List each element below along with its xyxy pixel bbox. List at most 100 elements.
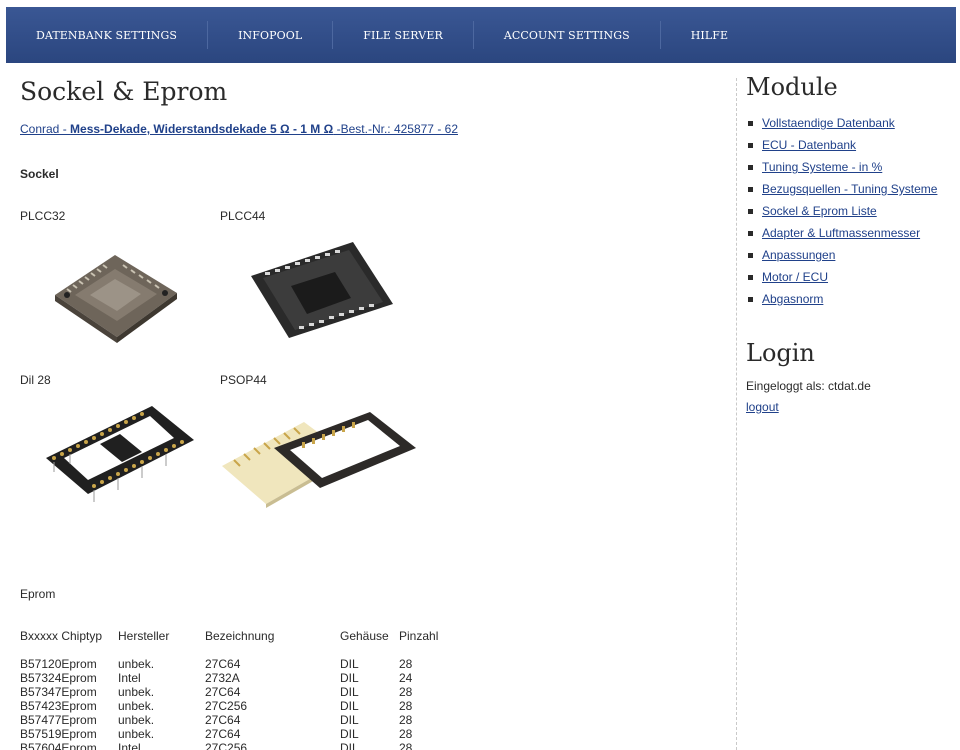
module-list: Vollstaendige Datenbank ECU - Datenbank …	[746, 112, 956, 310]
cell-bezeichnung: 27C64	[205, 727, 241, 741]
table-row: B57324Eprom Intel 2732A DIL 24	[20, 671, 449, 685]
list-item: Anpassungen	[746, 244, 956, 266]
plcc44-label: PLCC44	[220, 209, 266, 223]
cell-hersteller: unbek.	[118, 699, 155, 713]
cell-gehaeuse: DIL	[340, 727, 359, 741]
header-pinzahl: Pinzahl	[399, 629, 439, 643]
nav-hilfe[interactable]: HILFE	[661, 21, 758, 49]
nav-infopool[interactable]: INFOPOOL	[208, 21, 334, 49]
cell-chiptyp: B57604Eprom	[20, 741, 97, 750]
bullet-icon	[748, 186, 753, 192]
sidebar-divider	[736, 78, 737, 750]
list-item: Abgasnorm	[746, 288, 956, 310]
cell-hersteller: Intel	[118, 741, 141, 750]
table-row: B57423Eprom unbek. 27C256 DIL 28	[20, 699, 449, 713]
cell-hersteller: unbek.	[118, 727, 155, 741]
link-bezugsquellen[interactable]: Bezugsquellen - Tuning Systeme	[762, 182, 937, 196]
bullet-icon	[748, 142, 753, 148]
cell-hersteller: unbek.	[118, 657, 155, 671]
cell-gehaeuse: DIL	[340, 671, 359, 685]
nav-file-server[interactable]: FILE SERVER	[333, 21, 474, 49]
bullet-icon	[748, 274, 753, 280]
table-row: B57120Eprom unbek. 27C64 DIL 28	[20, 657, 449, 671]
header-chiptyp: Bxxxxx Chiptyp	[20, 629, 103, 643]
cell-chiptyp: B57120Eprom	[20, 657, 97, 671]
bullet-icon	[748, 296, 753, 302]
plcc44-image	[243, 238, 398, 343]
sidebar: Module Vollstaendige Datenbank ECU - Dat…	[746, 72, 956, 414]
plcc32-label: PLCC32	[20, 209, 66, 223]
eprom-heading: Eprom	[20, 587, 56, 601]
psop44-label: PSOP44	[220, 373, 267, 387]
bullet-icon	[748, 252, 753, 258]
list-item: Adapter & Luftmassenmesser	[746, 222, 956, 244]
cell-hersteller: unbek.	[118, 685, 155, 699]
cell-bezeichnung: 27C64	[205, 657, 241, 671]
cell-gehaeuse: DIL	[340, 685, 359, 699]
dil28-label: Dil 28	[20, 373, 51, 387]
cell-chiptyp: B57347Eprom	[20, 685, 97, 699]
conrad-order-number: -Best.-Nr.: 425877 - 62	[333, 122, 458, 136]
plcc32-image	[45, 245, 185, 345]
link-motor-ecu[interactable]: Motor / ECU	[762, 270, 828, 284]
link-adapter-luftmassenmesser[interactable]: Adapter & Luftmassenmesser	[762, 226, 920, 240]
conrad-product: Mess-Dekade, Widerstandsdekade 5 Ω - 1 M…	[70, 122, 334, 136]
cell-pinzahl: 28	[399, 699, 413, 713]
psop44-image	[220, 404, 420, 510]
login-heading: Login	[746, 339, 815, 367]
conrad-prefix: Conrad -	[20, 122, 71, 136]
logged-in-status: Eingeloggt als: ctdat.de	[746, 379, 871, 393]
list-item: Motor / ECU	[746, 266, 956, 288]
cell-bezeichnung: 2732A	[205, 671, 240, 685]
cell-hersteller: Intel	[118, 671, 141, 685]
list-item: Vollstaendige Datenbank	[746, 112, 956, 134]
conrad-link[interactable]: Conrad - Mess-Dekade, Widerstandsdekade …	[20, 122, 720, 136]
list-item: ECU - Datenbank	[746, 134, 956, 156]
table-row: B57604Eprom Intel 27C256 DIL 28	[20, 741, 449, 750]
list-item: Tuning Systeme - in %	[746, 156, 956, 178]
list-item: Sockel & Eprom Liste	[746, 200, 956, 222]
bullet-icon	[748, 230, 753, 236]
dil28-image	[42, 402, 197, 510]
cell-bezeichnung: 27C64	[205, 685, 241, 699]
cell-gehaeuse: DIL	[340, 657, 359, 671]
table-row: B57477Eprom unbek. 27C64 DIL 28	[20, 713, 449, 727]
cell-bezeichnung: 27C256	[205, 741, 248, 750]
cell-pinzahl: 28	[399, 727, 413, 741]
cell-pinzahl: 28	[399, 685, 413, 699]
bullet-icon	[748, 164, 753, 170]
table-row: B57347Eprom unbek. 27C64 DIL 28	[20, 685, 449, 699]
bullet-icon	[748, 120, 753, 126]
list-item: Bezugsquellen - Tuning Systeme	[746, 178, 956, 200]
module-heading: Module	[746, 73, 838, 101]
cell-pinzahl: 28	[399, 657, 413, 671]
top-navigation: DATENBANK SETTINGS INFOPOOL FILE SERVER …	[6, 7, 956, 63]
eprom-table: Bxxxxx Chiptyp Hersteller Bezeichnung Ge…	[20, 629, 449, 750]
cell-chiptyp: B57423Eprom	[20, 699, 97, 713]
main-content: Sockel & Eprom Conrad - Mess-Dekade, Wid…	[20, 76, 720, 136]
cell-bezeichnung: 27C64	[205, 713, 241, 727]
link-tuning-systeme[interactable]: Tuning Systeme - in %	[762, 160, 882, 174]
sockel-heading: Sockel	[20, 167, 59, 181]
link-anpassungen[interactable]: Anpassungen	[762, 248, 835, 262]
cell-gehaeuse: DIL	[340, 713, 359, 727]
cell-gehaeuse: DIL	[340, 699, 359, 713]
cell-hersteller: unbek.	[118, 713, 155, 727]
logout-link[interactable]: logout	[746, 400, 779, 414]
table-row: B57519Eprom unbek. 27C64 DIL 28	[20, 727, 449, 741]
bullet-icon	[748, 208, 753, 214]
link-abgasnorm[interactable]: Abgasnorm	[762, 292, 823, 306]
header-hersteller: Hersteller	[118, 629, 170, 643]
nav-account-settings[interactable]: ACCOUNT SETTINGS	[474, 21, 661, 49]
cell-pinzahl: 24	[399, 671, 413, 685]
link-ecu-datenbank[interactable]: ECU - Datenbank	[762, 138, 856, 152]
table-header: Bxxxxx Chiptyp Hersteller Bezeichnung Ge…	[20, 629, 449, 643]
cell-bezeichnung: 27C256	[205, 699, 248, 713]
header-bezeichnung: Bezeichnung	[205, 629, 275, 643]
nav-datenbank-settings[interactable]: DATENBANK SETTINGS	[6, 21, 209, 49]
link-sockel-eprom-liste[interactable]: Sockel & Eprom Liste	[762, 204, 877, 218]
link-vollstaendige-datenbank[interactable]: Vollstaendige Datenbank	[762, 116, 895, 130]
cell-pinzahl: 28	[399, 741, 413, 750]
page-title: Sockel & Eprom	[20, 77, 228, 106]
cell-gehaeuse: DIL	[340, 741, 359, 750]
